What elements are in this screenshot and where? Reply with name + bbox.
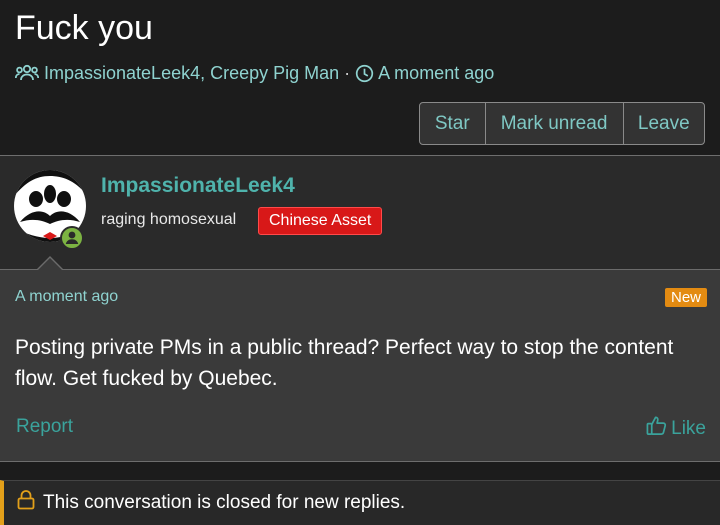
user-block-arrow-inner bbox=[38, 258, 62, 270]
user-online-icon bbox=[60, 226, 84, 250]
user-title: raging homosexual bbox=[101, 211, 237, 228]
mark-unread-button[interactable]: Mark unread bbox=[486, 103, 624, 144]
message-post: ImpassionateLeek4 raging homosexual Chin… bbox=[0, 155, 720, 462]
page-title: Fuck you bbox=[15, 9, 153, 47]
report-link[interactable]: Report bbox=[16, 416, 73, 438]
participants-link[interactable]: ImpassionateLeek4, Creepy Pig Man bbox=[44, 61, 339, 85]
thread-meta: ImpassionateLeek4, Creepy Pig Man · A mo… bbox=[15, 61, 494, 85]
leave-button[interactable]: Leave bbox=[624, 103, 704, 144]
users-icon bbox=[15, 63, 39, 83]
star-button[interactable]: Star bbox=[420, 103, 486, 144]
clock-icon bbox=[355, 64, 374, 83]
post-time[interactable]: A moment ago bbox=[15, 288, 118, 306]
thread-time[interactable]: A moment ago bbox=[378, 61, 494, 85]
user-banner: Chinese Asset bbox=[258, 207, 383, 235]
thumbs-up-icon bbox=[646, 415, 671, 442]
meta-separator: · bbox=[344, 63, 351, 83]
conversation-page: Fuck you ImpassionateLeek4, Creepy Pig M… bbox=[0, 0, 720, 525]
user-block: ImpassionateLeek4 raging homosexual Chin… bbox=[0, 156, 720, 270]
lock-icon bbox=[17, 490, 43, 516]
author-username[interactable]: ImpassionateLeek4 bbox=[101, 174, 295, 198]
conversation-actions: Star Mark unread Leave bbox=[419, 102, 705, 145]
like-label: Like bbox=[671, 417, 706, 439]
like-button[interactable]: Like bbox=[646, 415, 706, 442]
closed-notice-text: This conversation is closed for new repl… bbox=[43, 492, 406, 513]
post-body: Posting private PMs in a public thread? … bbox=[15, 336, 674, 390]
closed-notice: This conversation is closed for new repl… bbox=[0, 480, 720, 525]
new-badge: New bbox=[664, 288, 707, 307]
